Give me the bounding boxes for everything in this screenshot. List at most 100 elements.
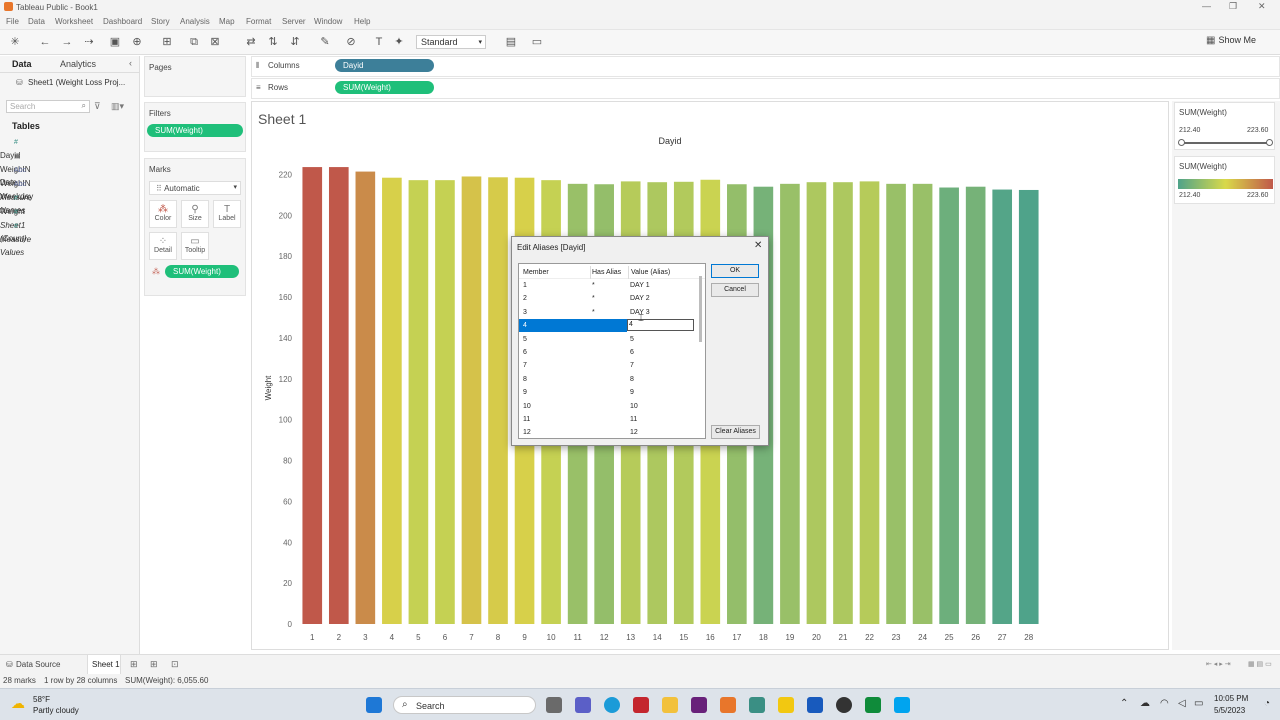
range-slider-track[interactable]: [1181, 142, 1269, 144]
new-worksheet-icon[interactable]: ⊞: [160, 35, 174, 49]
highlight-icon[interactable]: ✎: [318, 35, 332, 49]
filter-fields-icon[interactable]: ⊽: [94, 101, 101, 112]
tab-sheet-1[interactable]: Sheet 1: [87, 655, 121, 675]
start-icon[interactable]: [366, 697, 382, 713]
tooltip-button[interactable]: ▭ Tooltip: [181, 232, 209, 260]
tableau-logo-icon[interactable]: ✳: [8, 35, 22, 49]
column-header-value[interactable]: Value (Alias): [628, 266, 670, 279]
file-explorer-icon[interactable]: [662, 697, 678, 713]
clear-aliases-button[interactable]: Clear Aliases: [711, 425, 760, 439]
range-slider-max-handle[interactable]: [1266, 139, 1273, 146]
undo-icon[interactable]: ←: [38, 35, 52, 49]
menu-story[interactable]: Story: [151, 17, 170, 26]
acrobat-icon[interactable]: [633, 697, 649, 713]
redo-dropdown-icon[interactable]: ⇢: [82, 35, 96, 49]
menu-help[interactable]: Help: [354, 17, 370, 26]
weather-icon[interactable]: ☁: [11, 695, 25, 712]
labels-icon[interactable]: T: [372, 35, 386, 49]
field-weight[interactable]: #Weight: [0, 191, 28, 216]
presentation-icon[interactable]: ▭: [530, 35, 544, 49]
range-slider-min-handle[interactable]: [1178, 139, 1185, 146]
visual-studio-icon[interactable]: [691, 697, 707, 713]
clear-sheet-icon[interactable]: ⊠: [208, 35, 222, 49]
snipping-icon[interactable]: [749, 697, 765, 713]
menu-window[interactable]: Window: [314, 17, 342, 26]
word-icon[interactable]: [807, 697, 823, 713]
color-button[interactable]: ⁂ Color: [149, 200, 177, 228]
alias-value[interactable]: 9: [630, 386, 634, 399]
notification-icon[interactable]: ◔: [1264, 698, 1270, 709]
rows-pill[interactable]: SUM(Weight): [335, 81, 434, 94]
filter-pill[interactable]: SUM(Weight): [147, 124, 243, 137]
tab-data[interactable]: Data: [12, 59, 32, 69]
field-measure-names[interactable]: AbcMeasure Names: [0, 177, 31, 215]
marks-color-pill[interactable]: SUM(Weight): [165, 265, 239, 278]
alias-row[interactable]: 55: [519, 333, 705, 346]
clock-time[interactable]: 10:05 PM: [1214, 694, 1248, 703]
menu-map[interactable]: Map: [219, 17, 235, 26]
field-sheet1-count-[interactable]: #Sheet1 (Count): [0, 205, 28, 243]
menu-server[interactable]: Server: [282, 17, 306, 26]
media-player-icon[interactable]: [836, 697, 852, 713]
column-header-member[interactable]: Member: [523, 266, 549, 279]
task-view-icon[interactable]: [546, 697, 562, 713]
tab-data-source[interactable]: Data Source: [16, 660, 60, 669]
alias-value[interactable]: 11: [630, 413, 637, 426]
alias-value[interactable]: 5: [630, 333, 634, 346]
ok-button[interactable]: OK: [711, 264, 759, 278]
search-input[interactable]: Search ⌕: [6, 100, 90, 113]
alias-row[interactable]: 12 12: [519, 426, 705, 438]
taskbar-search-box[interactable]: ⌕ Search: [393, 696, 536, 714]
alias-value[interactable]: DAY 1: [630, 279, 650, 292]
alias-row[interactable]: 66: [519, 346, 705, 359]
alias-row[interactable]: 44: [519, 319, 694, 333]
alias-row[interactable]: 99: [519, 386, 705, 399]
maximize-icon[interactable]: ❐: [1229, 1, 1237, 12]
menu-worksheet[interactable]: Worksheet: [55, 17, 93, 26]
chat-icon[interactable]: [575, 697, 591, 713]
alias-row[interactable]: 77: [519, 359, 705, 372]
new-dashboard-tab-icon[interactable]: ⊞: [150, 659, 158, 670]
cards-icon[interactable]: ▤: [504, 35, 518, 49]
wifi-icon[interactable]: ◠: [1160, 698, 1169, 709]
cancel-button[interactable]: Cancel: [711, 283, 759, 297]
alias-value[interactable]: 12: [630, 426, 638, 438]
alias-row[interactable]: 88: [519, 373, 705, 386]
size-button[interactable]: ⚲ Size: [181, 200, 209, 228]
duplicate-icon[interactable]: ⧉: [187, 35, 201, 49]
mark-type-dropdown[interactable]: ⠿ Automatic ▾: [149, 181, 241, 195]
new-worksheet-tab-icon[interactable]: ⊞: [130, 659, 138, 670]
grid-scrollbar[interactable]: [699, 276, 702, 342]
field-weighin-date[interactable]: ▣WeighIN Date: [0, 149, 31, 187]
alias-row[interactable]: 2 * DAY 2: [519, 292, 705, 305]
alias-row[interactable]: 10 10: [519, 400, 705, 413]
column-header-has-alias[interactable]: Has Alias: [590, 266, 621, 279]
dialog-close-icon[interactable]: ✕: [754, 240, 762, 251]
battery-icon[interactable]: ▭: [1194, 698, 1203, 709]
alias-value[interactable]: 6: [630, 346, 634, 359]
field-measure-values[interactable]: #Measure Values: [0, 219, 31, 257]
grid-view-icon[interactable]: ▦ ▤ ▭: [1248, 660, 1272, 668]
datasource-name[interactable]: Sheet1 (Weight Loss Proj...: [28, 78, 125, 87]
redo-icon[interactable]: →: [60, 35, 74, 49]
clock-date[interactable]: 5/5/2023: [1214, 706, 1245, 715]
alias-row[interactable]: 11 11: [519, 413, 705, 426]
sort-asc-icon[interactable]: ⇅: [266, 35, 280, 49]
tab-nav-icon[interactable]: ⇤ ◂ ▸ ⇥: [1206, 660, 1231, 668]
alias-row[interactable]: 1 * DAY 1: [519, 279, 705, 292]
store-icon[interactable]: [865, 697, 881, 713]
field-dayid[interactable]: #Dayid: [0, 135, 28, 160]
remote-desktop-icon[interactable]: [894, 697, 910, 713]
detail-button[interactable]: ⁘ Detail: [149, 232, 177, 260]
cloud-icon[interactable]: ☁: [1140, 698, 1150, 709]
menu-analysis[interactable]: Analysis: [180, 17, 210, 26]
tray-chevron-icon[interactable]: ⌃: [1120, 698, 1128, 709]
alias-value[interactable]: 7: [630, 359, 634, 372]
menu-dashboard[interactable]: Dashboard: [103, 17, 142, 26]
save-icon[interactable]: ▣: [108, 35, 122, 49]
alias-value[interactable]: DAY 2: [630, 292, 650, 305]
group-icon[interactable]: ⊘: [344, 35, 358, 49]
alias-row[interactable]: 3 * DAY 3: [519, 306, 705, 319]
menu-format[interactable]: Format: [246, 17, 271, 26]
menu-data[interactable]: Data: [28, 17, 45, 26]
